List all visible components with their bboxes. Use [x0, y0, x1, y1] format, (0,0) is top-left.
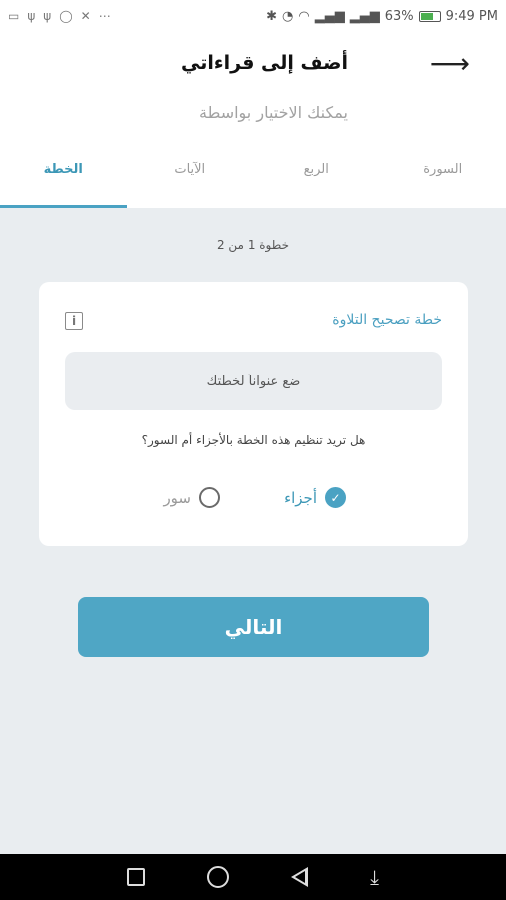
header: ⟶ أضف إلى قراءاتي	[0, 32, 506, 100]
laptop-icon: ▭	[8, 9, 20, 23]
page-subtitle: يمكنك الاختيار بواسطة	[198, 103, 348, 122]
signal-icon: ▂▄▆	[349, 8, 380, 24]
check-icon[interactable]: ✓	[325, 487, 346, 508]
alarm-icon: ◔	[282, 8, 294, 24]
notification-icons: ▭ ψ ψ ◯ ✕ ⋯	[8, 9, 111, 23]
organize-question: هل تريد تنظيم هذه الخطة بالأجزاء أم السو…	[141, 433, 366, 447]
plan-title-input[interactable]	[65, 352, 442, 410]
option-surahs-label: سور	[163, 488, 191, 507]
bluetooth-icon: ✱	[266, 8, 278, 24]
tab-plan[interactable]: الخطة	[0, 150, 127, 208]
option-parts[interactable]: ✓ أجزاء	[284, 487, 346, 508]
download-icon[interactable]: ⤓	[370, 867, 379, 887]
plan-card: i خطة تصحيح التلاوة هل تريد تنظيم هذه ال…	[39, 282, 468, 546]
info-icon[interactable]: i	[65, 312, 83, 330]
recents-icon[interactable]	[127, 868, 146, 886]
next-button[interactable]: التالي	[78, 597, 429, 657]
main-content: خطوة 1 من 2 i خطة تصحيح التلاوة هل تريد …	[0, 208, 506, 854]
system-icons: ✱ ◔ ◠ ▂▄▆ ▂▄▆ 63% 9:49 PM	[266, 9, 498, 24]
tab-quarter[interactable]: الربع	[253, 150, 380, 208]
plan-type-label: خطة تصحيح التلاوة	[332, 312, 442, 328]
back-arrow-icon[interactable]: ⟶	[430, 50, 470, 78]
signal-icon: ▂▄▆	[314, 8, 345, 24]
clock: 9:49 PM	[445, 8, 498, 24]
battery-percent: 63%	[384, 8, 414, 24]
status-bar: ▭ ψ ψ ◯ ✕ ⋯ ✱ ◔ ◠ ▂▄▆ ▂▄▆ 63% 9:49 PM	[0, 0, 506, 32]
usb-icon: ψ	[27, 9, 36, 23]
back-icon[interactable]	[291, 867, 309, 887]
wifi-icon: ◠	[298, 8, 310, 24]
tab-bar: السورة الربع الآيات الخطة	[0, 150, 506, 208]
option-surahs[interactable]: سور	[163, 487, 220, 508]
home-icon[interactable]	[207, 866, 230, 888]
tab-surah[interactable]: السورة	[380, 150, 506, 208]
battery-icon	[418, 10, 441, 22]
more-icon: ⋯	[98, 9, 111, 23]
radio-icon[interactable]	[199, 487, 220, 508]
usb-icon: ψ	[43, 9, 52, 23]
option-parts-label: أجزاء	[284, 488, 317, 507]
no-signal-icon: ✕	[80, 9, 91, 23]
page-title: أضف إلى قراءاتي	[181, 52, 348, 74]
whatsapp-icon: ◯	[59, 9, 73, 23]
system-nav-bar: ⤓	[0, 854, 506, 900]
step-indicator: خطوة 1 من 2	[216, 238, 290, 252]
tab-verses[interactable]: الآيات	[127, 150, 254, 208]
